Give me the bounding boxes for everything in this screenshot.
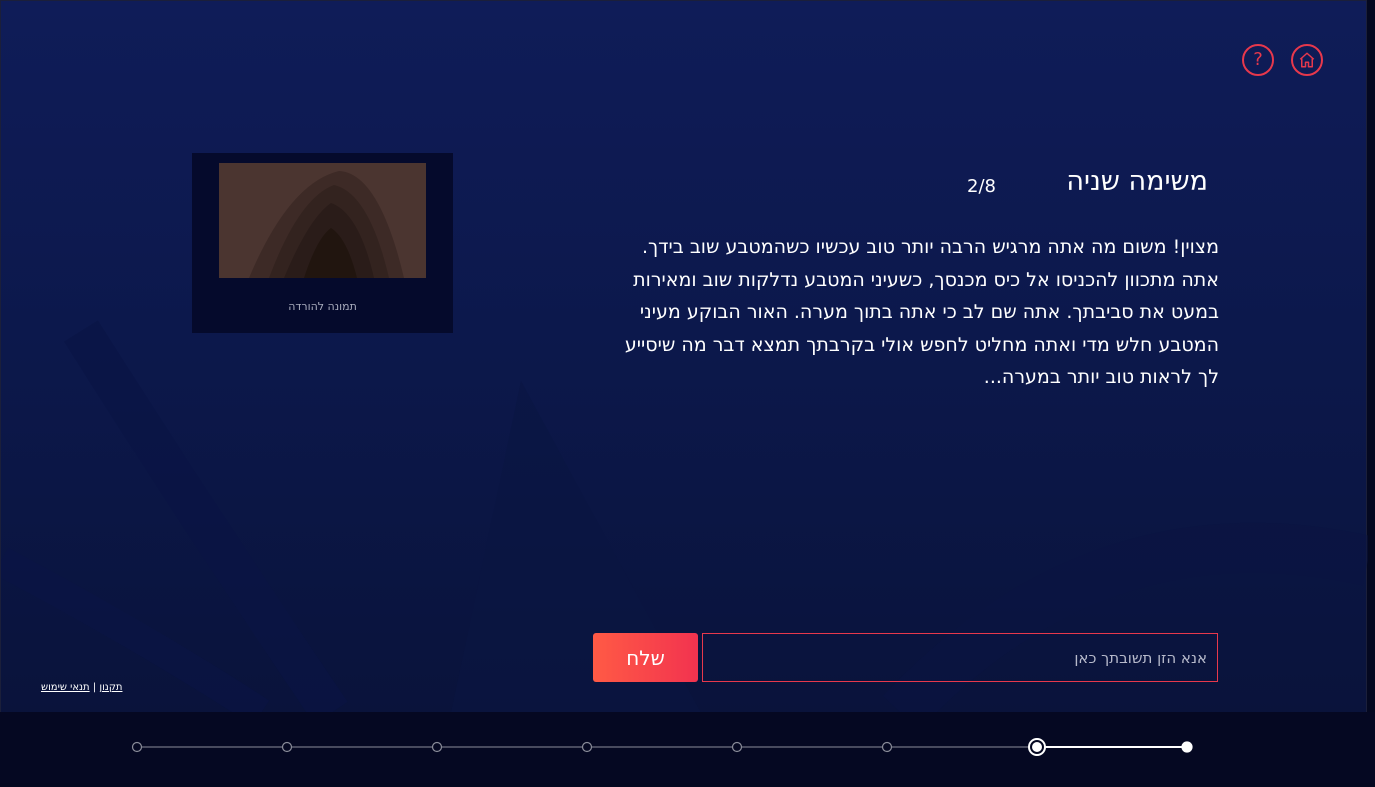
progress-step bbox=[431, 741, 443, 753]
footer-separator: | bbox=[92, 682, 97, 693]
help-button[interactable]: ? bbox=[1242, 44, 1274, 76]
answer-input[interactable] bbox=[702, 633, 1218, 682]
send-button[interactable]: שלח bbox=[593, 633, 698, 682]
task-title: משימה שניה bbox=[1066, 166, 1208, 197]
progress-step-current bbox=[1032, 742, 1042, 752]
progress-bar bbox=[0, 712, 1375, 783]
progress-step bbox=[731, 741, 743, 753]
game-screen: ? משימה שניה 2/8 מצוין! משום מה אתה מרגי… bbox=[0, 0, 1368, 783]
question-mark-icon: ? bbox=[1253, 49, 1263, 70]
progress-step bbox=[881, 741, 893, 753]
progress-step-completed bbox=[1181, 741, 1193, 753]
image-download-card[interactable]: תמונה להורדה bbox=[192, 153, 453, 333]
progress-step bbox=[281, 741, 293, 753]
home-button[interactable] bbox=[1291, 44, 1323, 76]
progress-track bbox=[131, 738, 1193, 756]
rules-link[interactable]: תקנון bbox=[99, 682, 122, 693]
cave-image bbox=[219, 163, 426, 278]
progress-step bbox=[131, 741, 143, 753]
download-label: תמונה להורדה bbox=[288, 300, 357, 313]
terms-link[interactable]: תנאי שימוש bbox=[41, 682, 90, 693]
home-icon bbox=[1299, 52, 1315, 68]
footer-links: תקנון | תנאי שימוש bbox=[41, 682, 122, 693]
progress-step bbox=[581, 741, 593, 753]
task-counter: 2/8 bbox=[967, 176, 996, 197]
task-story-text: מצוין! משום מה אתה מרגיש הרבה יותר טוב ע… bbox=[624, 236, 1219, 388]
